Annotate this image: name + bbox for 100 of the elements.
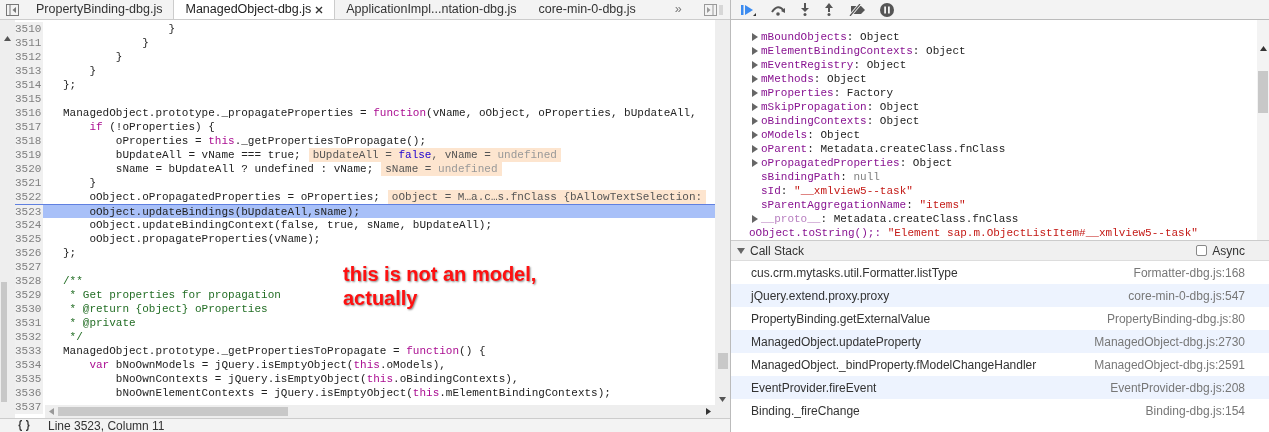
scroll-down-icon[interactable] — [719, 397, 726, 402]
code-line: oObject.updateBindingContext(false, true, sName, bUpdateAll); — [88, 218, 493, 232]
collapse-triangle-icon[interactable] — [737, 246, 745, 255]
code-line: */ — [68, 330, 83, 344]
scope-property[interactable]: mMethods: Object — [761, 72, 867, 86]
scrollbar-thumb[interactable] — [1258, 71, 1268, 113]
line-number: 3531 — [15, 316, 43, 330]
braces-icon[interactable] — [18, 420, 30, 431]
code-line: * @return {object} oProperties — [68, 302, 268, 316]
line-number: 3536 — [15, 386, 43, 400]
scope-property[interactable]: oParent: Metadata.createClass.fnClass — [761, 142, 1006, 156]
code-line: } — [114, 50, 123, 64]
call-frame[interactable]: ManagedObject.updateProperty ManagedObject-dbg.js:2730 — [731, 330, 1269, 353]
scope-property[interactable]: oModels: Object — [761, 128, 861, 142]
code-line: oObject.oPropagatedProperties = oProperties; — [88, 190, 380, 204]
line-number: 3514 — [15, 78, 43, 92]
pause-icon[interactable] — [880, 2, 894, 17]
file-tab[interactable]: core-min-0-dbg.js — [527, 0, 647, 19]
scroll-up-icon[interactable] — [4, 36, 11, 41]
scope-property[interactable]: mSkipPropagation: Object — [761, 100, 920, 114]
line-number: 3520 — [15, 162, 43, 176]
code-line: ManagedObject.prototype._getPropertiesToPropagate = function() { — [63, 344, 486, 358]
line-number: 3515 — [15, 92, 43, 106]
line-number: 3533 — [15, 344, 43, 358]
scrollbar-thumb[interactable] — [58, 407, 288, 416]
line-number: 3513 — [15, 64, 43, 78]
deactivate-breakpoints-icon[interactable] — [848, 3, 866, 16]
scope-property[interactable]: oPropagatedProperties: Object — [761, 156, 953, 170]
line-number: 3519 — [15, 148, 43, 162]
code-line: * Get properties for propagation — [68, 288, 281, 302]
inline-value: bUpdateAll = false, vName = undefined — [308, 148, 561, 162]
scope-property[interactable]: mElementBindingContexts: Object — [761, 44, 966, 58]
watch-expression[interactable]: oObject.toString();: "Element sap.m.ObjectListItem#__xmlview5--task" — [749, 227, 1198, 239]
code-line: } — [141, 36, 149, 50]
sidebar-toggle-icon[interactable] — [6, 3, 19, 16]
code-line: }; — [63, 246, 77, 260]
line-number: 3522 — [15, 190, 43, 204]
file-tab[interactable]: ApplicationImpl...ntation-dbg.js — [335, 0, 528, 19]
code-line: bNoOwnContexts = jQuery.isEmptyObject(this.oBindingContexts), — [114, 372, 519, 386]
step-into-icon[interactable] — [800, 3, 810, 16]
call-frame[interactable]: jQuery.extend.proxy.proxy core-min-0-dbg.js:547 — [731, 284, 1269, 307]
code-line: } — [88, 176, 96, 190]
async-checkbox[interactable] — [1196, 245, 1208, 256]
scope-property[interactable]: sId: "__xmlview5--task" — [761, 184, 913, 198]
code-line: * @private — [68, 316, 136, 330]
scope-property[interactable]: __proto__: Metadata.createClass.fnClass — [761, 212, 1019, 226]
line-number: 3526 — [15, 246, 43, 260]
code-line: } — [88, 64, 96, 78]
code-line: if (!oProperties) { — [88, 120, 215, 134]
code-line: /** — [63, 274, 83, 288]
code-line: bUpdateAll = vName === true; — [114, 148, 301, 162]
code-line: bNoOwnElementContexts = jQuery.isEmptyObject(this.mElementBindingContexts); — [114, 386, 611, 400]
inline-value: oObject = M…a.c…s.fnClass {bAllowTextSelection: — [387, 190, 707, 204]
step-over-icon[interactable] — [770, 3, 786, 16]
scroll-up-icon[interactable] — [1259, 46, 1267, 51]
scrollbar-thumb[interactable] — [717, 353, 728, 369]
line-number: 3521 — [15, 176, 43, 190]
code-line: }; — [63, 78, 77, 92]
scope-property[interactable]: sParentAggregationName: "items" — [761, 198, 966, 212]
line-number: 3511 — [15, 36, 43, 50]
resume-icon[interactable] — [741, 3, 756, 16]
expand-triangle-icon[interactable] — [751, 215, 759, 223]
line-number: 3532 — [15, 330, 43, 344]
line-number: 3525 — [15, 232, 43, 246]
file-tab[interactable]: PropertyBinding-dbg.js — [25, 0, 174, 19]
code-line: sName = bUpdateAll ? undefined : vName; — [114, 162, 374, 176]
scope-property[interactable]: sBindingPath: null — [761, 170, 880, 184]
line-number: 3512 — [15, 50, 43, 64]
annotation-note: this is not an model, actually — [343, 262, 537, 310]
sidebar-toggle-icon[interactable] — [704, 3, 724, 16]
code-line: oProperties = this._getPropertiesToPropagate(); — [114, 134, 427, 148]
scroll-right-icon[interactable] — [706, 408, 711, 415]
line-number: 3537 — [15, 400, 43, 414]
code-line: oObject.updateBindings(bUpdateAll,sName); — [88, 205, 361, 218]
call-frame[interactable]: EventProvider.fireEvent EventProvider-dbg.js:208 — [731, 376, 1269, 399]
scope-property[interactable]: oBindingContexts: Object — [761, 114, 920, 128]
close-icon[interactable] — [315, 5, 324, 14]
checkbox-label: Async — [1212, 242, 1245, 260]
line-number: 3523 — [15, 205, 43, 218]
code-line: var bNoOwnModels = jQuery.isEmptyObject(this.oModels), — [88, 358, 446, 372]
line-number: 3524 — [15, 218, 43, 232]
scope-property[interactable]: mBoundObjects: Object — [761, 30, 900, 44]
line-number: 3529 — [15, 288, 43, 302]
code-line: } — [167, 22, 176, 36]
inline-value: sName = undefined — [381, 162, 502, 176]
section-title: Call Stack — [750, 242, 805, 260]
file-tab[interactable]: ManagedObject-dbg.js — [173, 0, 336, 19]
step-out-icon[interactable] — [824, 3, 834, 16]
line-number: 3535 — [15, 372, 43, 386]
line-number: 3527 — [15, 260, 43, 274]
call-stack-header[interactable]: Call Stack Async — [731, 241, 1269, 261]
code-line: ManagedObject.prototype._propagateProperties = function(vName, oObject, oProperties, bUpdateAll, — [63, 106, 697, 120]
line-number: 3534 — [15, 358, 43, 372]
scope-property[interactable]: mEventRegistry: Object — [761, 58, 907, 72]
code-line: oObject.propagateProperties(vName); — [88, 232, 321, 246]
line-number: 3528 — [15, 274, 43, 288]
line-number: 3518 — [15, 134, 43, 148]
more-tabs-button[interactable]: » — [674, 0, 682, 19]
scrollbar-thumb[interactable] — [1, 282, 7, 402]
scope-property[interactable]: mProperties: Factory — [761, 86, 894, 100]
